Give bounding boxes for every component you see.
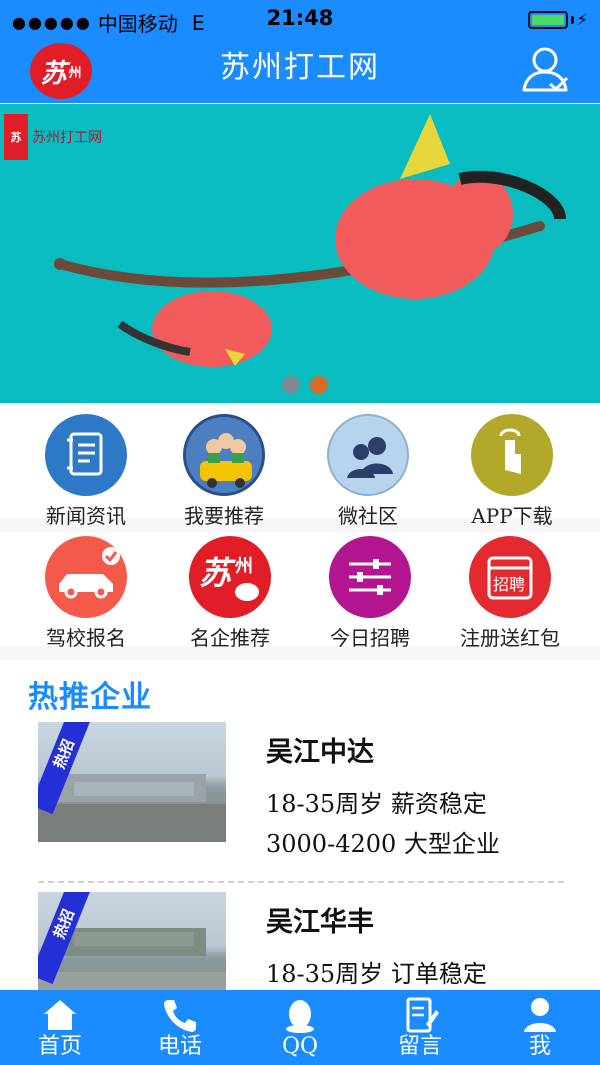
tab-label: 我 (528, 1034, 551, 1059)
company-detail: 18-35周岁 订单稳定 (266, 960, 487, 988)
svg-text:苏: 苏 (199, 554, 236, 592)
tab-me[interactable]: 我 (480, 990, 600, 1065)
tab-label: 电话 (157, 1034, 202, 1059)
car-icon (45, 536, 127, 618)
grid-item-label: 微社区 (338, 504, 398, 528)
grid-item-label: 驾校报名 (46, 626, 126, 650)
tab-message[interactable]: 留言 (360, 990, 480, 1065)
qq-icon (280, 996, 320, 1034)
red-envelope-icon: 招聘 (469, 536, 551, 618)
tab-phone[interactable]: 电话 (120, 990, 240, 1065)
banner-pagination[interactable] (282, 376, 328, 394)
company-name: 吴江华丰 (266, 907, 374, 938)
tab-label: 留言 (397, 1034, 442, 1059)
grid-item-label: 今日招聘 (330, 626, 410, 650)
tab-home[interactable]: 首页 (0, 990, 120, 1065)
message-icon (400, 996, 440, 1034)
grid-item-label: 名企推荐 (190, 626, 270, 650)
top-bar: ●●●●● 中国移动 E 21:48 ⚡ 苏 州 苏州打工网 (0, 0, 600, 103)
svg-text:招聘: 招聘 (493, 575, 525, 594)
community-icon (327, 414, 409, 496)
promo-banner[interactable]: 苏 苏州打工网 (0, 104, 600, 403)
grid-item-community[interactable]: 微社区 (298, 414, 438, 529)
grid-item-today-jobs[interactable]: 今日招聘 (300, 536, 440, 651)
grid-item-app-download[interactable]: APP下载 (442, 414, 582, 529)
notebook-icon (45, 414, 127, 496)
phone-icon (160, 996, 200, 1034)
battery-indicator: ⚡ (527, 10, 588, 29)
grid-item-famous-companies[interactable]: 苏州 名企推荐 (160, 536, 300, 651)
grid-item-label: 注册送红包 (460, 626, 560, 650)
hot-companies-title: 热推企业 (28, 680, 152, 715)
user-profile-icon[interactable] (520, 44, 572, 96)
company-detail: 18-35周岁 薪资稳定 (266, 790, 487, 818)
status-bar: ●●●●● 中国移动 E 21:48 ⚡ (0, 0, 600, 38)
banner-illustration (54, 114, 566, 367)
charging-icon: ⚡ (576, 10, 588, 29)
grid-item-news[interactable]: 新闻资讯 (16, 414, 156, 529)
home-icon (40, 996, 80, 1034)
grid-item-label: APP下载 (471, 504, 553, 528)
grid-item-recommend[interactable]: 我要推荐 (154, 414, 294, 529)
bottom-tab-bar: 首页 电话 QQ 留言 我 (0, 990, 600, 1065)
tab-label: QQ (281, 1034, 319, 1059)
company-card[interactable]: 热招 吴江中达 18-35周岁 薪资稳定 3000-4200 大型企业 (38, 722, 568, 858)
status-time: 21:48 (266, 6, 334, 30)
grid-item-label: 新闻资讯 (46, 504, 126, 528)
battery-icon (527, 10, 568, 29)
company-photo: 热招 (38, 722, 226, 842)
banner-dot-active[interactable] (310, 376, 328, 394)
tab-qq[interactable]: QQ (240, 990, 360, 1065)
grid-item-driving-school[interactable]: 驾校报名 (16, 536, 156, 651)
banner-dot[interactable] (282, 376, 300, 394)
grid-item-register-bonus[interactable]: 招聘 注册送红包 (440, 536, 580, 651)
company-name: 吴江中达 (266, 737, 374, 768)
grid-item-label: 我要推荐 (184, 504, 264, 528)
tap-icon (471, 414, 553, 496)
list-divider (38, 881, 564, 883)
sliders-icon (329, 536, 411, 618)
user-icon (520, 996, 560, 1034)
svg-text:州: 州 (234, 556, 253, 577)
people-car-icon (183, 414, 265, 496)
tab-label: 首页 (37, 1034, 82, 1059)
suzhou-logo-icon: 苏州 (189, 536, 271, 618)
shortcut-grid: 新闻资讯 我要推荐 微社区 APP下载 驾校报名 苏州 名企推荐 今日招聘 招聘… (0, 406, 600, 668)
page-title: 苏州打工网 (220, 50, 380, 85)
company-detail: 3000-4200 大型企业 (266, 830, 500, 858)
